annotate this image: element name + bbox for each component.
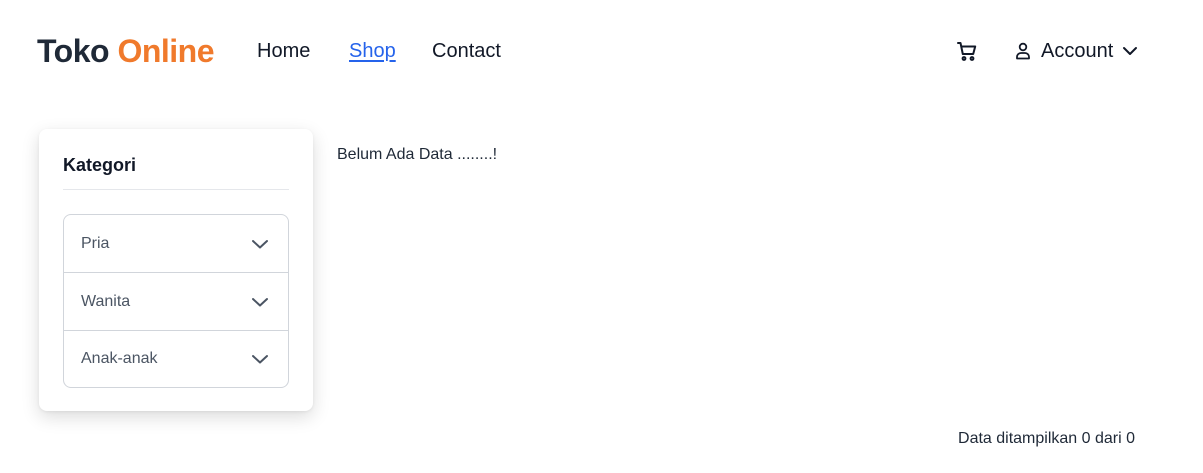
- category-item-pria[interactable]: Pria: [64, 215, 288, 273]
- category-label: Wanita: [81, 292, 131, 310]
- brand-logo[interactable]: Toko Online: [37, 31, 215, 71]
- category-label: Pria: [81, 234, 110, 252]
- data-count-text: Data ditampilkan 0 dari 0: [958, 430, 1135, 447]
- category-accordion: Pria Wanita Anak-anak: [63, 214, 289, 388]
- navbar: Toko Online Home Shop Contact Account: [0, 0, 1203, 102]
- category-item-anak-anak[interactable]: Anak-anak: [64, 331, 288, 387]
- nav-link-contact[interactable]: Contact: [432, 38, 501, 64]
- nav-link-home[interactable]: Home: [257, 38, 310, 64]
- chevron-down-icon: [252, 355, 268, 364]
- category-label: Anak-anak: [81, 350, 158, 367]
- account-menu[interactable]: Account: [1013, 36, 1139, 66]
- chevron-down-icon: [252, 239, 268, 248]
- brand-name-part1: Toko: [37, 33, 110, 69]
- account-label: Account: [1041, 39, 1114, 62]
- chevron-down-icon: [252, 297, 268, 306]
- category-item-wanita[interactable]: Wanita: [64, 273, 288, 331]
- chevron-down-icon: [1123, 47, 1138, 55]
- empty-data-message: Belum Ada Data ........!: [337, 146, 498, 163]
- brand-name-part2: Online: [117, 33, 215, 69]
- divider: [63, 189, 289, 190]
- user-icon: [1016, 42, 1030, 60]
- category-sidebar: Kategori Pria Wanita Anak-anak: [39, 129, 313, 411]
- nav-link-shop[interactable]: Shop: [349, 38, 396, 64]
- cart-icon[interactable]: [955, 39, 979, 63]
- sidebar-title: Kategori: [63, 155, 137, 175]
